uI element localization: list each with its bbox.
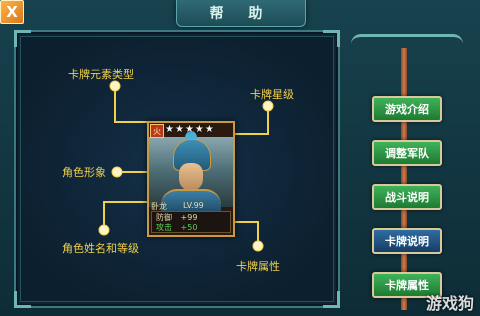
star-icon: ★ bbox=[165, 124, 174, 135]
sidebar-menu: 游戏介绍 调整军队 战斗说明 卡牌说明 卡牌属性 bbox=[345, 30, 467, 310]
label-star-level: 卡牌星级 bbox=[250, 88, 294, 101]
dot-attributes bbox=[252, 240, 264, 252]
adjust-army-button[interactable]: 调整军队 bbox=[372, 140, 442, 166]
character-face bbox=[179, 163, 203, 191]
star-icon: ★ bbox=[184, 124, 194, 135]
hero-card: 火 ★ ★ ★ ★ ★ 卧龙 LV.99 防御 +99 攻击 +50 bbox=[147, 121, 235, 237]
dot-name-level bbox=[98, 224, 110, 236]
battle-guide-button[interactable]: 战斗说明 bbox=[372, 184, 442, 210]
star-icon: ★ bbox=[174, 124, 184, 135]
label-portrait: 角色形象 bbox=[62, 166, 106, 179]
label-attributes: 卡牌属性 bbox=[236, 260, 280, 273]
star-icon: ★ bbox=[204, 124, 214, 135]
character-level: LV.99 bbox=[183, 201, 204, 210]
character-portrait bbox=[149, 131, 233, 213]
stat-box: 防御 +99 攻击 +50 bbox=[151, 211, 231, 233]
dot-element-type bbox=[109, 80, 121, 92]
star-icon: ★ bbox=[194, 124, 204, 135]
sidebar-ornament bbox=[351, 34, 463, 57]
sidebar-rail bbox=[401, 48, 407, 310]
game-intro-button[interactable]: 游戏介绍 bbox=[372, 96, 442, 122]
element-badge: 火 bbox=[150, 124, 164, 138]
dot-star-level bbox=[262, 100, 274, 112]
label-element-type: 卡牌元素类型 bbox=[68, 68, 134, 81]
stat-row-attack: 攻击 +50 bbox=[156, 223, 198, 232]
site-watermark: 游戏狗 bbox=[425, 294, 474, 313]
card-guide-button[interactable]: 卡牌说明 bbox=[372, 228, 442, 254]
line-element-type bbox=[114, 86, 149, 123]
label-name-level: 角色姓名和等级 bbox=[62, 242, 139, 255]
line-name-level bbox=[103, 201, 148, 230]
star-rating: ★ ★ ★ ★ ★ bbox=[165, 124, 214, 136]
dot-portrait bbox=[111, 166, 123, 178]
